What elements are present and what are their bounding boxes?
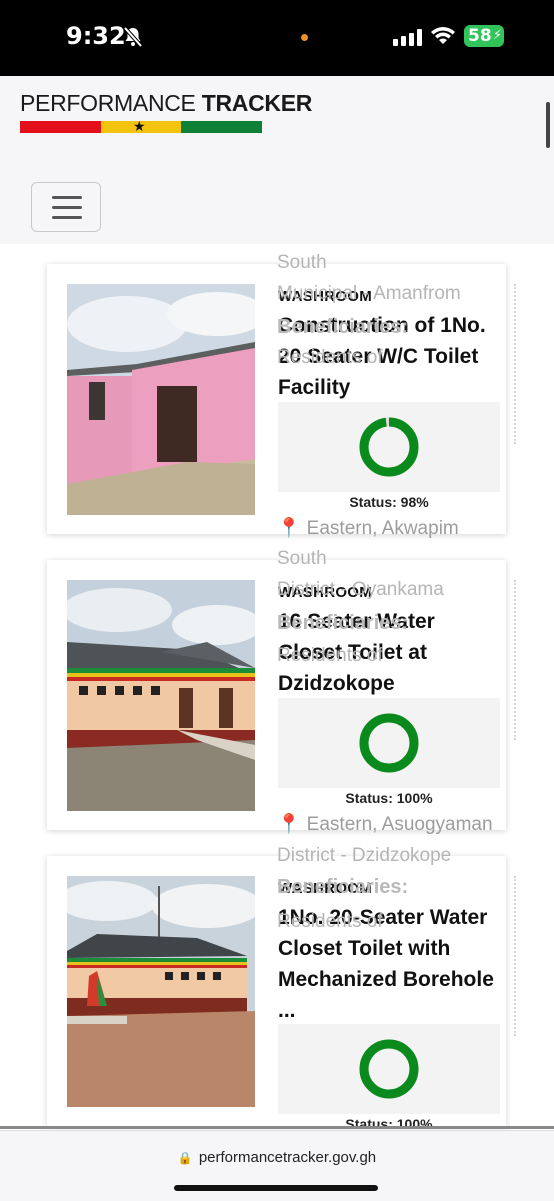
ghana-flag-bar: ★: [20, 118, 263, 134]
site-logo[interactable]: PERFORMANCE TRACKER ★: [20, 90, 312, 134]
project-district: District - Oyankama: [277, 579, 444, 600]
beneficiaries-label: Beneficiaries:: [277, 612, 409, 634]
location-text: Eastern, Asuogyaman: [306, 814, 493, 835]
bell-muted-icon: [122, 26, 144, 53]
lock-icon: 🔒: [177, 1151, 193, 1165]
url-text: performancetracker.gov.gh: [198, 1149, 377, 1166]
status-label: Status:: [345, 790, 393, 806]
beneficiaries-value: Residents of: [277, 911, 383, 932]
logo-word-tracker: TRACKER: [201, 90, 313, 116]
project-location: 📍 Eastern, Asuogyaman: [277, 812, 493, 836]
cellular-signal-icon: [393, 28, 423, 51]
beneficiaries-label: Beneficiaries:: [277, 316, 409, 338]
project-district: South: [277, 252, 327, 273]
progress-panel: [278, 1024, 500, 1114]
project-status: Status: 100%: [278, 790, 500, 806]
status-value: 100%: [396, 790, 433, 806]
project-location: 📍 Eastern, Akwapim: [277, 516, 459, 540]
location-pin-icon: 📍: [277, 518, 301, 539]
status-value: 98%: [400, 494, 429, 510]
project-list: WASHROOM Construction of 1No. 20 Seater …: [0, 244, 554, 1130]
location-pin-icon: 📍: [277, 814, 301, 835]
progress-panel: [278, 402, 500, 492]
card-divider: [514, 580, 516, 740]
project-photo: [67, 580, 255, 811]
project-photo: [67, 876, 255, 1107]
project-district: District - Dzidzokope: [277, 845, 452, 866]
progress-panel: [278, 698, 500, 788]
page-scrollbar[interactable]: [546, 102, 550, 148]
project-photo: [67, 284, 255, 515]
progress-ring: [359, 713, 419, 773]
hamburger-menu-button[interactable]: [31, 182, 101, 232]
status-time: 9:32: [66, 22, 126, 50]
project-district: South: [277, 548, 327, 569]
card-divider: [514, 876, 516, 1036]
recording-dot: [301, 34, 308, 41]
project-district: Municipal - Amanfrom: [277, 283, 461, 304]
home-indicator[interactable]: [174, 1185, 378, 1191]
beneficiaries-value: Residents of: [277, 347, 383, 368]
beneficiaries-label: Beneficiaries:: [277, 876, 409, 898]
progress-ring: [359, 417, 419, 477]
wifi-icon: [430, 26, 456, 51]
battery-icon: 58 ⚡: [464, 25, 504, 47]
url-field[interactable]: 🔒 performancetracker.gov.gh: [0, 1149, 554, 1166]
star-icon: ★: [133, 118, 146, 134]
logo-word-performance: PERFORMANCE: [20, 90, 196, 116]
beneficiaries-value: Residents of: [277, 645, 383, 666]
battery-level: 58: [468, 26, 492, 46]
location-text: Eastern, Akwapim: [306, 518, 459, 539]
project-status: Status: 98%: [278, 494, 500, 510]
logo-text: PERFORMANCE TRACKER: [20, 90, 312, 117]
browser-address-bar[interactable]: 🔒 performancetracker.gov.gh: [0, 1130, 554, 1201]
status-bar: 9:32 58 ⚡: [0, 0, 554, 76]
progress-ring: [359, 1039, 419, 1099]
status-label: Status:: [349, 494, 397, 510]
content-bottom-border: [0, 1126, 554, 1129]
card-divider: [514, 284, 516, 444]
